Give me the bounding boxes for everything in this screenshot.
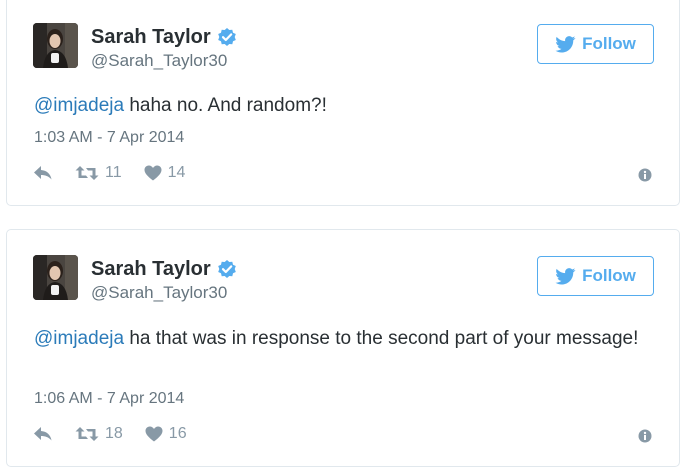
author-name[interactable]: Sarah Taylor bbox=[91, 258, 211, 280]
mention-link[interactable]: @imjadeja bbox=[34, 328, 124, 349]
twitter-bird-icon bbox=[555, 35, 576, 52]
tweet-text: @imjadeja ha that was in response to the… bbox=[34, 325, 649, 353]
like-count: 16 bbox=[168, 425, 187, 442]
tweet-body: ha that was in response to the second pa… bbox=[124, 328, 639, 349]
retweet-count: 11 bbox=[105, 164, 122, 181]
retweet-button[interactable]: 18 bbox=[75, 425, 123, 443]
follow-button[interactable]: Follow bbox=[537, 24, 654, 64]
retweet-icon bbox=[75, 166, 99, 180]
follow-button[interactable]: Follow bbox=[537, 256, 654, 296]
timestamp[interactable]: 1:06 AM - 7 Apr 2014 bbox=[34, 389, 184, 409]
follow-label: Follow bbox=[582, 34, 636, 53]
author-row: Sarah Taylor bbox=[91, 258, 237, 280]
tweet-body: haha no. And random?! bbox=[124, 95, 327, 116]
retweet-button[interactable]: 11 bbox=[75, 164, 122, 182]
like-button[interactable]: 14 bbox=[144, 164, 186, 182]
reply-button[interactable] bbox=[33, 165, 53, 181]
action-bar: 18 16 bbox=[33, 425, 209, 443]
author-name[interactable]: Sarah Taylor bbox=[91, 26, 211, 48]
twitter-bird-icon bbox=[555, 267, 576, 284]
reply-icon bbox=[34, 427, 52, 441]
verified-badge-icon bbox=[217, 260, 236, 278]
author-handle[interactable]: @Sarah_Taylor30 bbox=[91, 283, 227, 303]
retweet-count: 18 bbox=[105, 425, 123, 442]
verified-badge-icon bbox=[217, 28, 236, 46]
info-icon[interactable] bbox=[638, 429, 652, 443]
author-handle[interactable]: @Sarah_Taylor30 bbox=[91, 51, 227, 71]
follow-label: Follow bbox=[582, 266, 636, 285]
reply-button[interactable] bbox=[33, 426, 53, 442]
tweet-card: Sarah Taylor @Sarah_Taylor30 Follow @imj… bbox=[6, 0, 680, 206]
reply-icon bbox=[34, 166, 52, 180]
avatar[interactable] bbox=[33, 23, 78, 68]
heart-icon bbox=[145, 426, 163, 442]
retweet-icon bbox=[75, 427, 99, 441]
tweet-card: Sarah Taylor @Sarah_Taylor30 Follow @imj… bbox=[6, 229, 680, 467]
avatar[interactable] bbox=[33, 255, 78, 300]
like-count: 14 bbox=[167, 164, 186, 181]
info-icon[interactable] bbox=[638, 168, 652, 182]
author-row: Sarah Taylor bbox=[91, 26, 237, 48]
heart-icon bbox=[144, 165, 162, 181]
mention-link[interactable]: @imjadeja bbox=[34, 95, 124, 116]
action-bar: 11 14 bbox=[33, 164, 207, 182]
tweet-text: @imjadeja haha no. And random?! bbox=[34, 92, 649, 120]
like-button[interactable]: 16 bbox=[145, 425, 187, 443]
timestamp[interactable]: 1:03 AM - 7 Apr 2014 bbox=[34, 128, 184, 148]
